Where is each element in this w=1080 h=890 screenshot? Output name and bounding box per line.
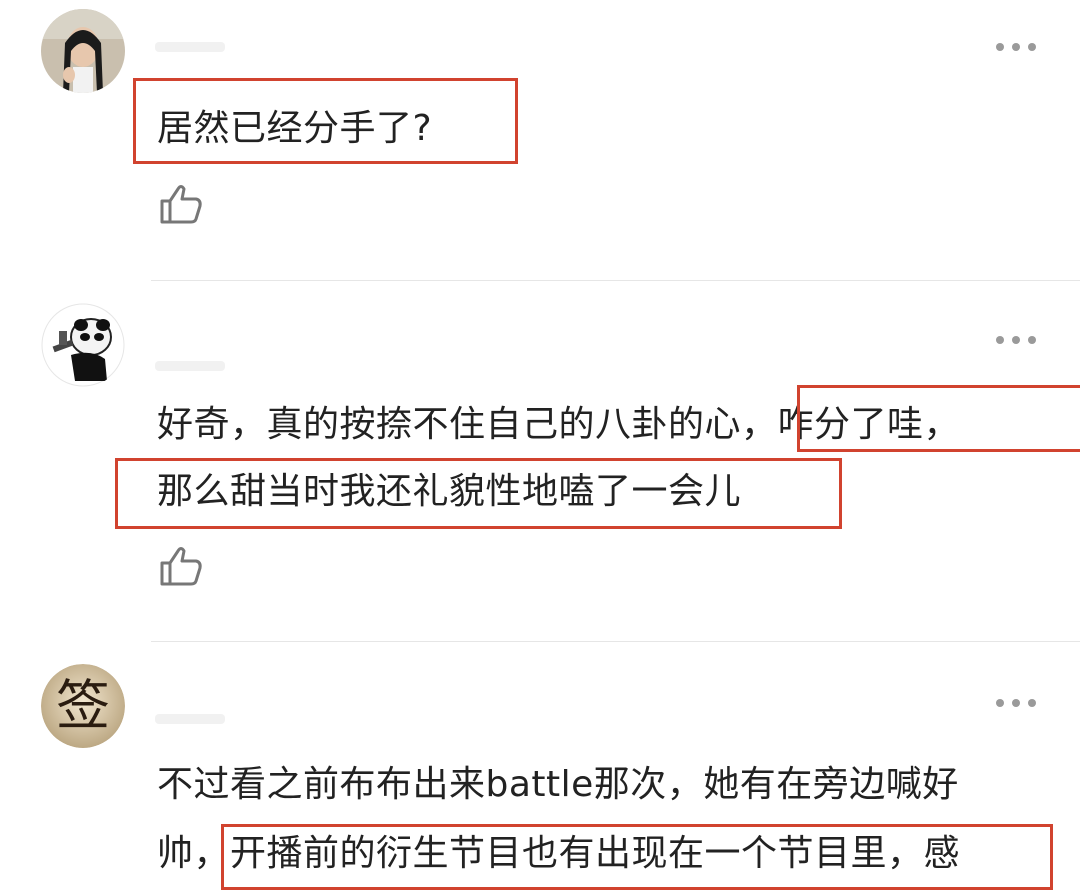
username-placeholder[interactable]	[155, 714, 225, 724]
user-avatar[interactable]	[41, 9, 125, 93]
user-avatar[interactable]: 签	[41, 664, 125, 748]
avatar-character: 签	[56, 674, 110, 737]
user-avatar[interactable]	[41, 303, 125, 387]
comment-text-line: 居然已经分手了?	[157, 108, 433, 149]
comment-2: 好奇，真的按捺不住自己的八卦的心，咋分了哇， 那么甜当时我还礼貌性地嗑了一会儿	[0, 281, 1080, 641]
comment-1: 居然已经分手了?	[0, 0, 1080, 280]
comment-text-line: 那么甜当时我还礼貌性地嗑了一会儿	[157, 471, 742, 512]
comment-text-line: 好奇，真的按捺不住自己的八卦的心，咋分了哇，	[157, 404, 961, 445]
comment-text-line: 不过看之前布布出来battle那次，她有在旁边喊好	[157, 764, 959, 805]
more-dots-icon[interactable]	[996, 41, 1036, 53]
comment-3: 签 不过看之前布布出来battle那次，她有在旁边喊好 帅，开播前的衍生节目也有…	[0, 642, 1080, 890]
more-dots-icon[interactable]	[996, 334, 1036, 346]
comment-text-line: 帅，开播前的衍生节目也有出现在一个节目里，感	[157, 833, 961, 874]
thumbs-up-icon[interactable]	[158, 181, 204, 227]
more-dots-icon[interactable]	[996, 697, 1036, 709]
username-placeholder[interactable]	[155, 361, 225, 371]
thumbs-up-icon[interactable]	[158, 543, 204, 589]
username-placeholder[interactable]	[155, 42, 225, 52]
